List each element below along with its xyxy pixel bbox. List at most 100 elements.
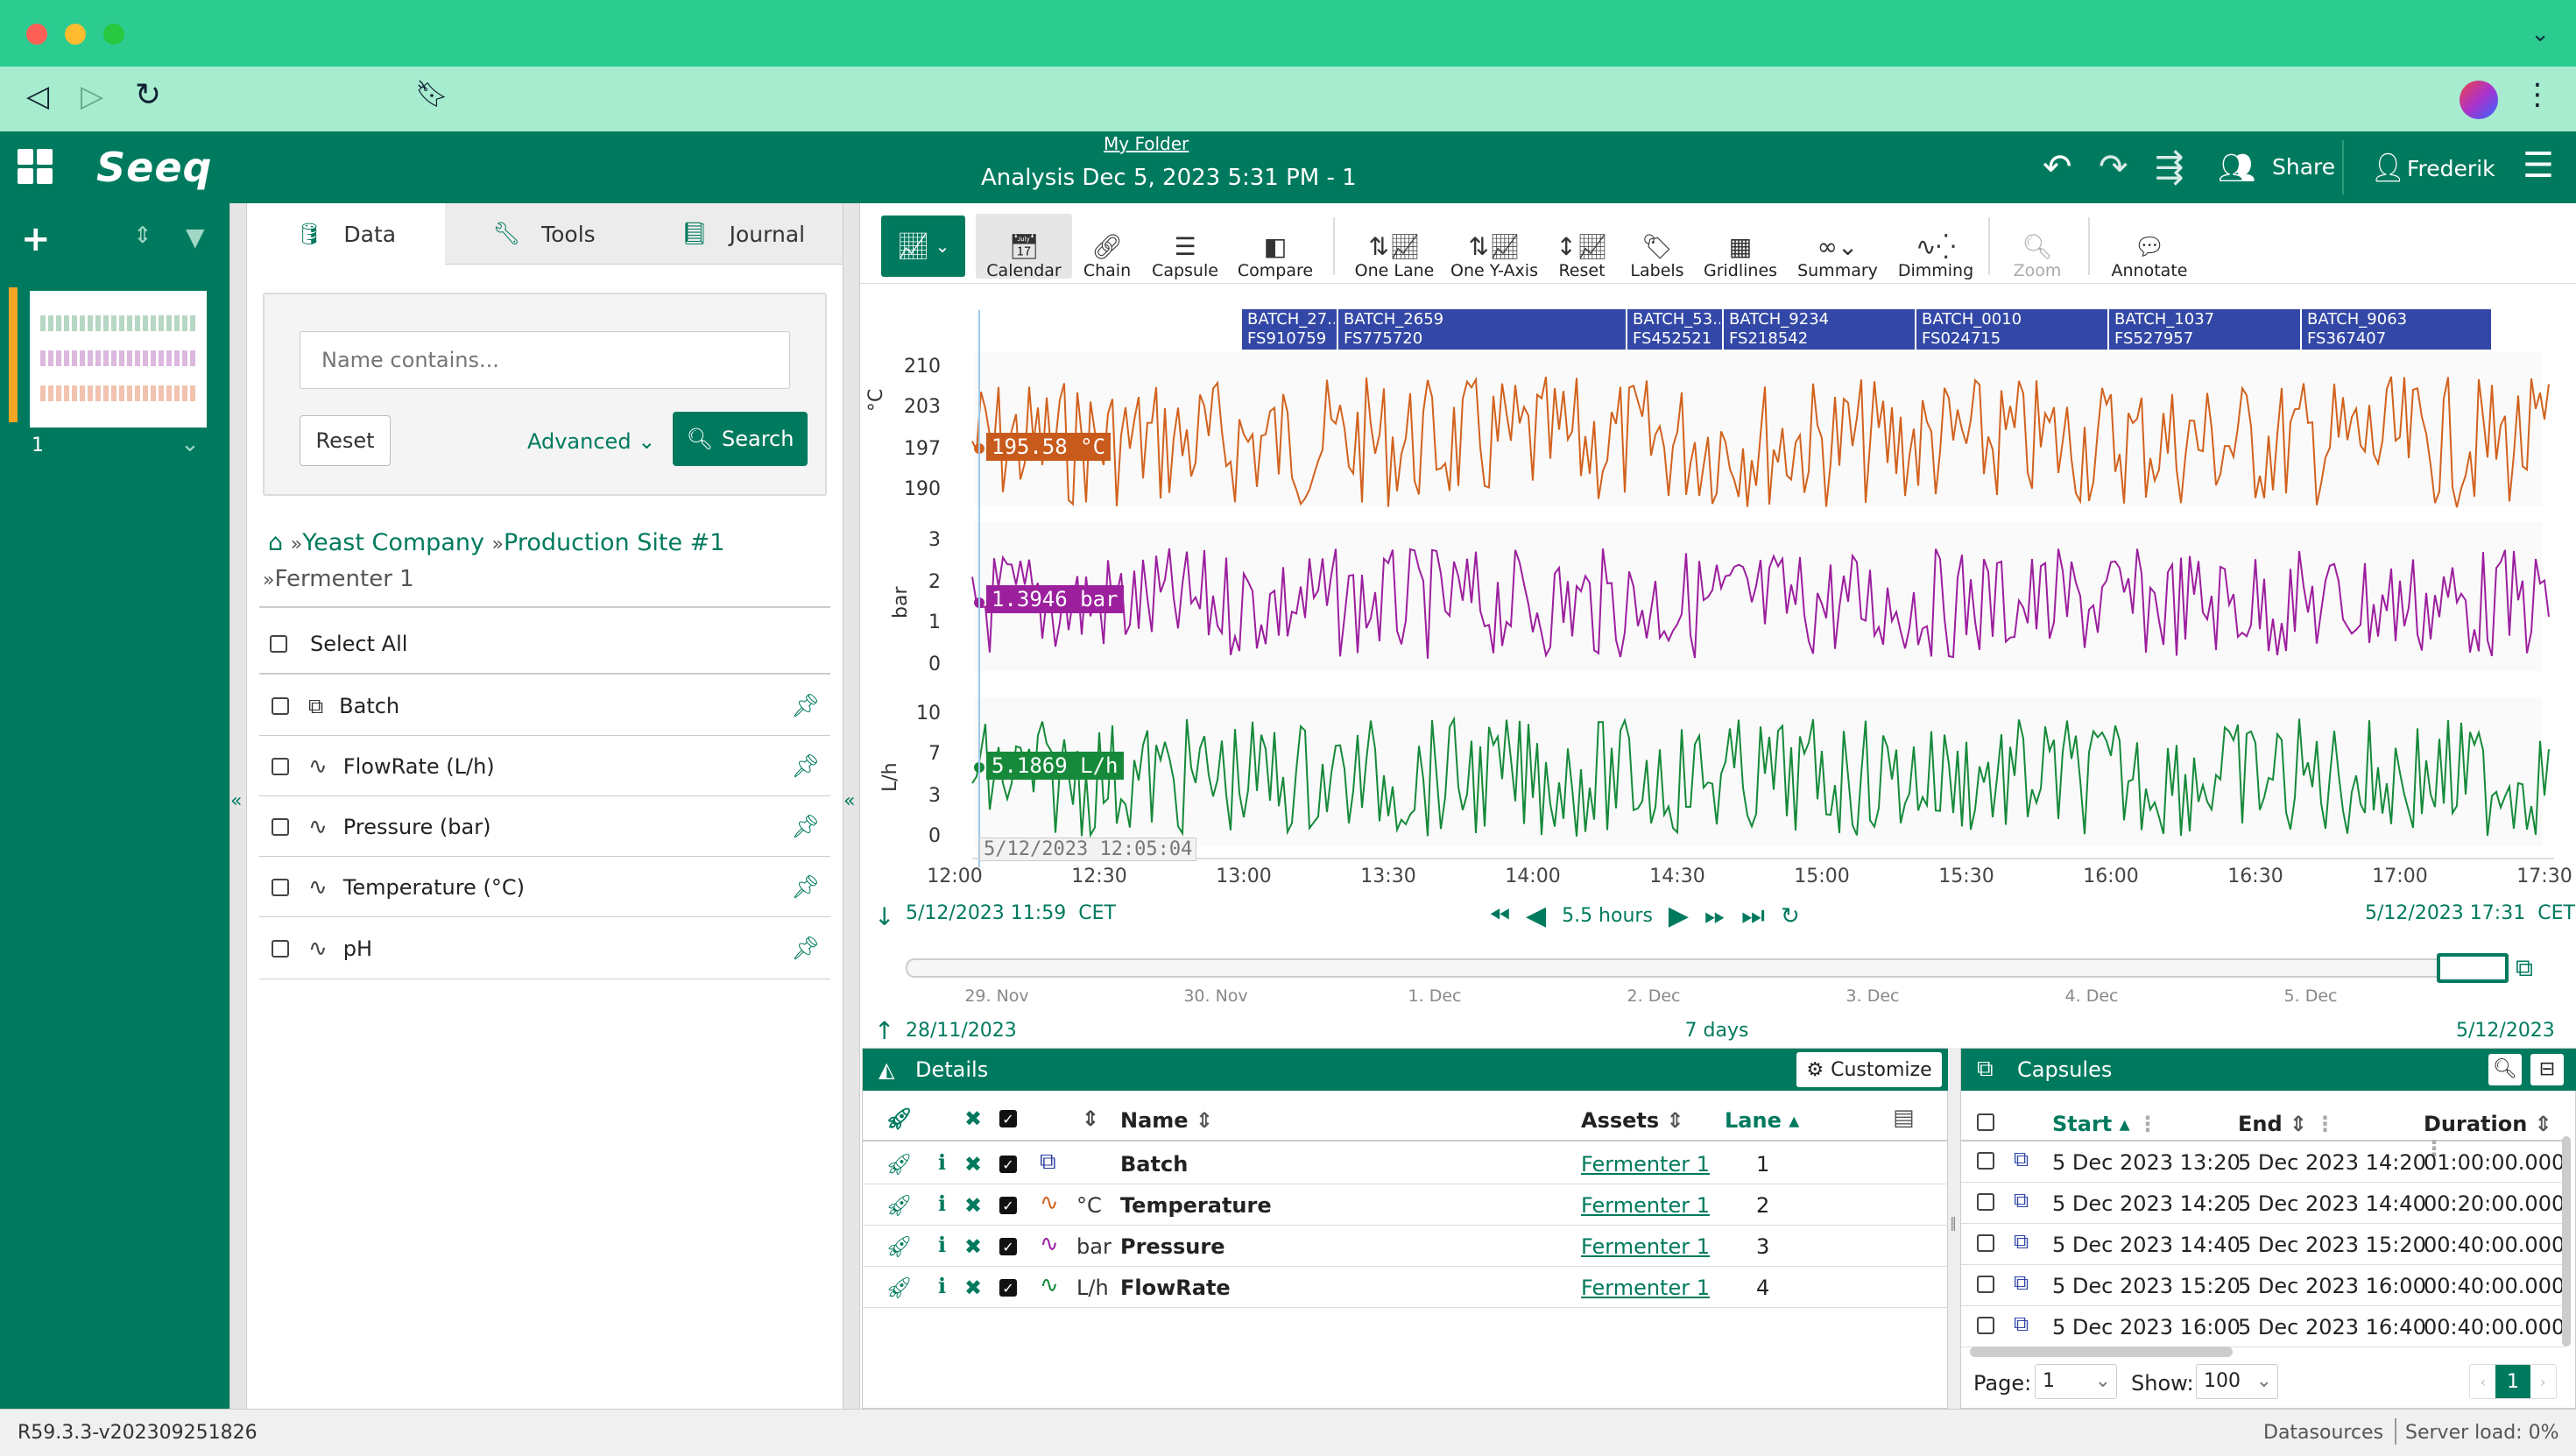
pin-icon[interactable]: 📌︎	[791, 874, 820, 901]
info-icon[interactable]: ℹ︎	[938, 1150, 946, 1175]
item-checkbox[interactable]	[272, 757, 289, 775]
assets-column-header[interactable]: Assets ⇕	[1581, 1108, 1684, 1133]
remove-icon[interactable]: ✖	[964, 1234, 982, 1259]
share-button[interactable]: Share	[2272, 154, 2335, 180]
one-lane-button[interactable]: ⇅📈︎ One Lane	[1354, 217, 1435, 281]
dimming-button[interactable]: ∿⁛ Dimming	[1895, 217, 1976, 281]
info-icon[interactable]: ℹ︎	[938, 1233, 946, 1257]
minimize-panel-icon[interactable]: ⊟	[2530, 1054, 2564, 1085]
zoom-to-capsule-icon[interactable]: 🔍︎	[2488, 1054, 2522, 1085]
capsule-checkbox[interactable]	[1977, 1234, 1994, 1252]
jump-to-now-icon[interactable]: ⏭︎	[1741, 901, 1765, 931]
display-end-time[interactable]: 5/12/2023 17:31 CET	[2365, 902, 2575, 924]
list-item[interactable]: ∿ pH 📌︎	[259, 918, 830, 979]
step-forward-icon[interactable]: ▶	[1669, 901, 1689, 931]
labels-button[interactable]: 🏷︎ Labels	[1626, 217, 1689, 281]
worksheet-thumbnail[interactable]	[30, 291, 207, 428]
item-checkbox[interactable]	[272, 817, 289, 836]
select-all-checkbox[interactable]	[270, 635, 287, 653]
pin-icon[interactable]: 📌︎	[791, 753, 820, 780]
list-item[interactable]: ∿ Temperature (°C) 📌︎	[259, 858, 830, 917]
capsule-label[interactable]: BATCH_2659 FS775720	[1344, 310, 1624, 349]
end-column-header[interactable]: End ⇕ ⋮	[2238, 1112, 2336, 1136]
capsule-label[interactable]: BATCH_27... FS910759	[1247, 310, 1335, 349]
details-row[interactable]: 🚀︎ ℹ︎ ✖ ✓ ⧉ Batch Fermenter 1 1	[863, 1143, 1949, 1184]
capsule-row[interactable]: ⧉ 5 Dec 2023 14:20 5 Dec 2023 14:40 00:20:0…	[1961, 1183, 2565, 1224]
remove-all-icon[interactable]: ✖	[964, 1106, 982, 1131]
rocket-icon[interactable]: 🚀︎	[886, 1106, 912, 1131]
visible-checkbox[interactable]: ✓	[999, 1279, 1017, 1297]
gridlines-button[interactable]: ▦ Gridlines	[1703, 217, 1778, 281]
prev-page-icon[interactable]: ‹	[2470, 1365, 2495, 1398]
step-back-large-icon[interactable]: ⏪︎	[1489, 901, 1510, 931]
tab-data[interactable]: 🛢︎ Data	[247, 203, 445, 265]
bookmark-icon[interactable]: 🔖︎	[415, 79, 448, 110]
visible-checkbox[interactable]: ✓	[999, 1156, 1017, 1173]
capsule-row[interactable]: ⧉ 5 Dec 2023 14:40 5 Dec 2023 15:20 00:40:0…	[1961, 1224, 2565, 1265]
datasources-link[interactable]: Datasources	[2263, 1422, 2383, 1444]
capsule-row[interactable]: ⧉ 5 Dec 2023 16:00 5 Dec 2023 16:40 00:40:0…	[1961, 1306, 2565, 1347]
user-menu[interactable]: Frederik	[2407, 156, 2495, 181]
reload-icon[interactable]: ↻	[135, 77, 161, 113]
step-forward-large-icon[interactable]: ⏩︎	[1704, 901, 1726, 931]
remove-icon[interactable]: ✖	[964, 1193, 982, 1218]
pin-icon[interactable]: 📌︎	[791, 814, 820, 840]
capsule-row[interactable]: ⧉ 5 Dec 2023 13:20 5 Dec 2023 14:20 01:00:0…	[1961, 1141, 2565, 1183]
seeq-logo[interactable]: Seeq	[96, 144, 212, 191]
horizontal-scrollbar[interactable]	[1970, 1346, 2233, 1357]
overview-end[interactable]: 5/12/2023	[2456, 1020, 2555, 1042]
calendar-button[interactable]: 📅︎ Calendar	[976, 217, 1072, 281]
tab-journal[interactable]: 📘︎ Journal	[643, 203, 843, 265]
overview-range-handle[interactable]	[2437, 953, 2509, 983]
arrow-up-icon[interactable]: ↑	[874, 1016, 894, 1045]
capsule-label[interactable]: BATCH_9063 FS367407	[2307, 310, 2489, 349]
visible-checkbox[interactable]: ✓	[999, 1197, 1017, 1214]
overview-start[interactable]: 28/11/2023	[906, 1020, 1017, 1042]
remove-icon[interactable]: ✖	[964, 1276, 982, 1300]
chain-button[interactable]: 🔗︎ Chain	[1072, 217, 1142, 281]
capsule-label[interactable]: BATCH_9234 FS218542	[1729, 310, 1913, 349]
info-icon[interactable]: ℹ︎	[938, 1274, 946, 1298]
user-icon[interactable]: 👤︎	[2370, 151, 2406, 184]
vertical-scrollbar[interactable]	[2562, 1136, 2571, 1346]
select-all-items-checkbox[interactable]: ✓	[999, 1110, 1017, 1127]
profile-avatar[interactable]	[2460, 81, 2498, 119]
share-icon[interactable]: 👥︎	[2218, 151, 2255, 186]
maximize-window-button[interactable]	[103, 24, 124, 45]
search-button[interactable]: 🔍︎ Search	[673, 412, 808, 466]
item-checkbox[interactable]	[272, 878, 289, 896]
arrow-down-icon[interactable]: ↓	[874, 902, 894, 931]
advanced-toggle[interactable]: Advanced ⌄	[527, 429, 655, 454]
close-window-button[interactable]	[26, 24, 47, 45]
left-splitter[interactable]: «	[229, 203, 247, 1409]
info-icon[interactable]: ℹ︎	[938, 1191, 946, 1216]
pin-icon[interactable]: 📌︎	[791, 693, 820, 719]
capsule-label[interactable]: BATCH_0010 FS024715	[1922, 310, 2106, 349]
add-column-icon[interactable]: ▤	[1893, 1105, 1915, 1131]
reset-button[interactable]: Reset	[300, 415, 391, 466]
filter-icon[interactable]: ▼	[186, 223, 205, 251]
display-start-time[interactable]: 5/12/2023 11:59 CET	[906, 902, 1116, 924]
capsule-checkbox[interactable]	[1977, 1193, 1994, 1211]
back-icon[interactable]: ◁	[26, 79, 49, 114]
remove-icon[interactable]: ✖	[964, 1152, 982, 1177]
capsule-checkbox[interactable]	[1977, 1317, 1994, 1334]
visible-checkbox[interactable]: ✓	[999, 1238, 1017, 1255]
zoom-button[interactable]: 🔍︎ Zoom	[2002, 217, 2072, 281]
refresh-icon[interactable]: ↻	[1781, 903, 1800, 929]
next-page-icon[interactable]: ›	[2530, 1365, 2556, 1398]
hamburger-menu-icon[interactable]: ☰	[2523, 145, 2554, 186]
rocket-icon[interactable]: 🚀︎	[886, 1234, 912, 1259]
capsule-checkbox[interactable]	[1977, 1152, 1994, 1170]
sort-icon[interactable]: ⇕	[1082, 1106, 1099, 1131]
details-row[interactable]: 🚀︎ ℹ︎ ✖ ✓ ∿ L/h FlowRate Fermenter 1 4	[863, 1267, 1949, 1308]
list-item[interactable]: ⧉ Batch 📌︎	[259, 676, 830, 736]
minimize-window-button[interactable]	[65, 24, 86, 45]
asset-link[interactable]: Fermenter 1	[1581, 1234, 1710, 1259]
asset-link[interactable]: Fermenter 1	[1581, 1276, 1710, 1300]
collapse-left-icon[interactable]: «	[230, 790, 242, 812]
capsule-nav-icon[interactable]: ⧉	[2516, 953, 2533, 983]
capsule-row[interactable]: ⧉ 5 Dec 2023 15:20 5 Dec 2023 16:00 00:40:0…	[1961, 1265, 2565, 1306]
annotate-button[interactable]: 💬︎ Annotate	[2106, 217, 2193, 281]
item-checkbox[interactable]	[272, 939, 289, 958]
